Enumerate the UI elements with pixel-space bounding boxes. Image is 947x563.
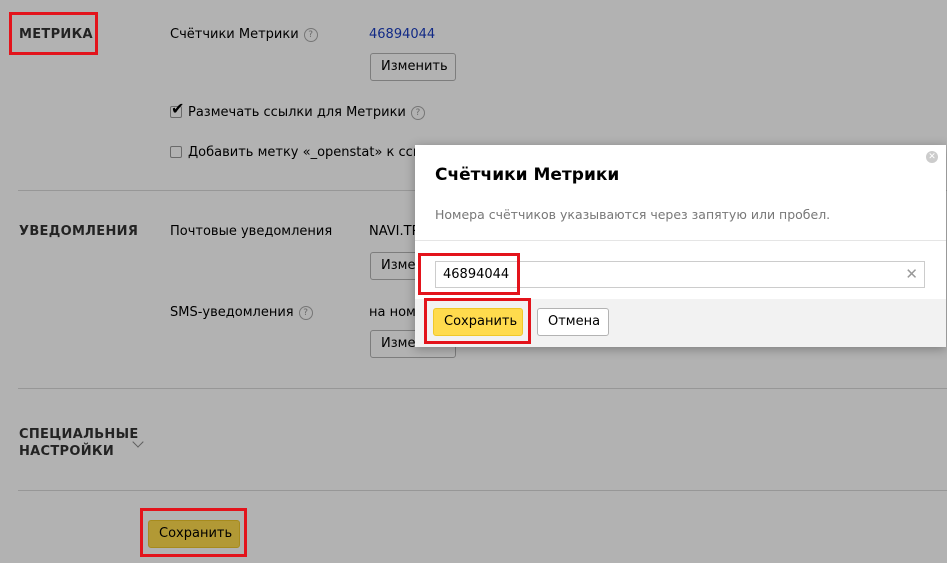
modal-cancel-button[interactable]: Отмена — [537, 308, 609, 336]
clear-icon[interactable]: ✕ — [905, 265, 918, 283]
modal-save-button[interactable]: Сохранить — [433, 308, 523, 336]
counters-input-value: 46894044 — [443, 267, 510, 282]
modal-footer: Сохранить Отмена — [415, 299, 946, 347]
close-icon[interactable]: ✕ — [926, 151, 938, 163]
modal-description: Номера счётчиков указываются через запят… — [435, 207, 831, 222]
counters-input[interactable]: 46894044 ✕ — [435, 261, 925, 288]
counters-modal: Счётчики Метрики ✕ Номера счётчиков указ… — [415, 145, 946, 347]
modal-divider — [415, 240, 946, 241]
modal-title: Счётчики Метрики — [435, 165, 620, 185]
